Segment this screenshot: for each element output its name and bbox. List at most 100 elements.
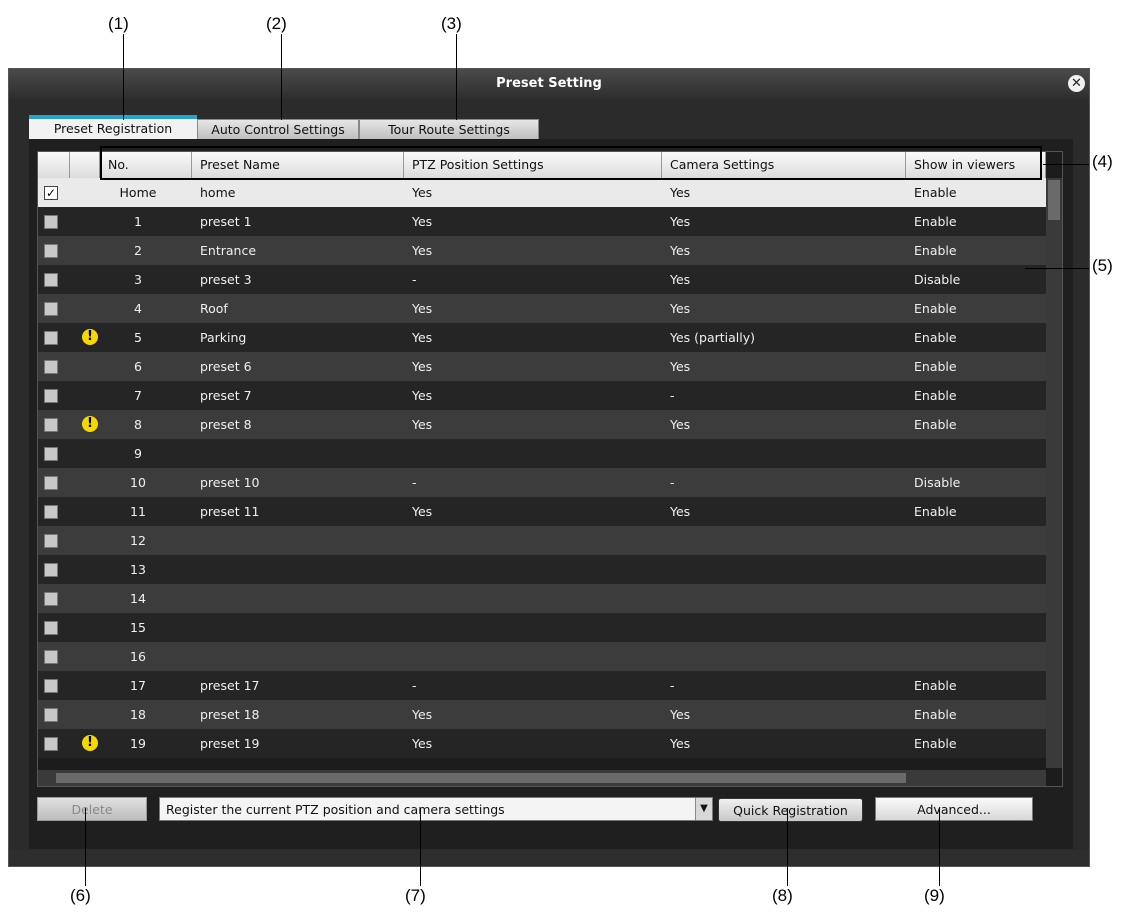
table-row[interactable]: ! 19 preset 19 Yes Yes Enable	[38, 729, 1046, 758]
checkbox-icon[interactable]	[44, 621, 58, 635]
cell-no: 10	[130, 475, 146, 490]
table-row[interactable]: 11 preset 11 Yes Yes Enable	[38, 497, 1046, 526]
checkbox-icon[interactable]	[44, 273, 58, 287]
callout-line-9	[939, 808, 940, 886]
warning-icon: !	[82, 329, 98, 345]
table-row[interactable]: 12	[38, 526, 1046, 555]
checkbox-icon[interactable]	[44, 592, 58, 606]
vertical-scroll-thumb[interactable]	[1048, 180, 1060, 220]
cell-ptz: Yes	[412, 301, 433, 316]
cell-camera: -	[670, 678, 675, 693]
register-mode-select[interactable]: Register the current PTZ position and ca…	[159, 797, 713, 821]
callout-line-8	[787, 808, 788, 886]
table-row[interactable]: 1 preset 1 Yes Yes Enable	[38, 207, 1046, 236]
checkbox-icon[interactable]	[44, 505, 58, 519]
cell-ptz: Yes	[412, 504, 433, 519]
cell-camera: Yes (partially)	[670, 330, 756, 345]
checkbox-icon[interactable]	[44, 476, 58, 490]
checkbox-icon[interactable]	[44, 331, 58, 345]
cell-ptz: Yes	[412, 736, 433, 751]
checkbox-icon[interactable]	[44, 244, 58, 258]
cell-camera: Yes	[670, 272, 691, 287]
table-row[interactable]: 17 preset 17 - - Enable	[38, 671, 1046, 700]
cell-show: Enable	[914, 301, 957, 316]
cell-ptz: -	[412, 678, 417, 693]
table-row[interactable]: 14	[38, 584, 1046, 613]
cell-ptz: Yes	[412, 185, 433, 200]
table-row[interactable]: ✓ Home home Yes Yes Enable	[38, 178, 1046, 207]
checkbox-icon[interactable]	[44, 563, 58, 577]
table-row[interactable]: 15	[38, 613, 1046, 642]
cell-camera: Yes	[670, 243, 691, 258]
tab-auto-control-settings[interactable]: Auto Control Settings	[197, 119, 359, 141]
checkbox-icon[interactable]	[44, 302, 58, 316]
cell-no: 9	[134, 446, 142, 461]
checkbox-icon[interactable]	[44, 534, 58, 548]
cell-preset-name: preset 1	[200, 214, 252, 229]
cell-show: Enable	[914, 504, 957, 519]
checkbox-icon[interactable]	[44, 679, 58, 693]
table-row[interactable]: 9	[38, 439, 1046, 468]
cell-preset-name: preset 8	[200, 417, 252, 432]
advanced-button[interactable]: Advanced...	[875, 797, 1033, 821]
cell-camera: Yes	[670, 707, 691, 722]
checkbox-icon[interactable]: ✓	[44, 186, 58, 200]
tab-tour-route-settings[interactable]: Tour Route Settings	[359, 119, 539, 141]
checkbox-icon[interactable]	[44, 215, 58, 229]
table-row[interactable]: 13	[38, 555, 1046, 584]
checkbox-icon[interactable]	[44, 650, 58, 664]
cell-show: Enable	[914, 736, 957, 751]
title-bar: Preset Setting ✕	[9, 69, 1089, 99]
callout-9: (9)	[924, 886, 945, 905]
cell-no: 16	[130, 649, 146, 664]
table-row[interactable]: 10 preset 10 - - Disable	[38, 468, 1046, 497]
tab-preset-registration[interactable]: Preset Registration	[29, 115, 197, 141]
cell-ptz: Yes	[412, 214, 433, 229]
callout-5: (5)	[1092, 256, 1113, 275]
checkbox-icon[interactable]	[44, 360, 58, 374]
cell-no: 11	[130, 504, 146, 519]
vertical-scrollbar[interactable]	[1046, 178, 1062, 768]
cell-camera: -	[670, 475, 675, 490]
cell-preset-name: preset 7	[200, 388, 252, 403]
cell-show: Enable	[914, 707, 957, 722]
table-row[interactable]: 3 preset 3 - Yes Disable	[38, 265, 1046, 294]
callout-line-1	[123, 34, 124, 120]
callout-line-4	[1043, 164, 1089, 165]
callout-8: (8)	[772, 886, 793, 905]
table-row[interactable]: ! 8 preset 8 Yes Yes Enable	[38, 410, 1046, 439]
checkbox-icon[interactable]	[44, 418, 58, 432]
cell-preset-name: preset 19	[200, 736, 260, 751]
horizontal-scrollbar[interactable]	[38, 770, 1046, 786]
cell-preset-name: Roof	[200, 301, 228, 316]
cell-show: Disable	[914, 475, 961, 490]
checkbox-icon[interactable]	[44, 708, 58, 722]
delete-button[interactable]: Delete	[37, 797, 147, 821]
checkbox-icon[interactable]	[44, 737, 58, 751]
callout-1: (1)	[108, 14, 129, 33]
close-icon[interactable]: ✕	[1068, 75, 1085, 92]
cell-no: 8	[134, 417, 142, 432]
callout-line-7	[420, 808, 421, 886]
cell-ptz: -	[412, 272, 417, 287]
table-row[interactable]: 18 preset 18 Yes Yes Enable	[38, 700, 1046, 729]
checkbox-icon[interactable]	[44, 389, 58, 403]
cell-no: 18	[130, 707, 146, 722]
register-mode-value: Register the current PTZ position and ca…	[166, 802, 505, 817]
cell-show: Enable	[914, 678, 957, 693]
chevron-down-icon[interactable]: ▼	[695, 798, 712, 820]
checkbox-icon[interactable]	[44, 447, 58, 461]
quick-registration-button[interactable]: Quick Registration	[718, 798, 863, 822]
table-row[interactable]: 2 Entrance Yes Yes Enable	[38, 236, 1046, 265]
cell-ptz: Yes	[412, 359, 433, 374]
table-row[interactable]: 7 preset 7 Yes - Enable	[38, 381, 1046, 410]
warning-icon: !	[82, 735, 98, 751]
table-row[interactable]: 6 preset 6 Yes Yes Enable	[38, 352, 1046, 381]
cell-preset-name: preset 6	[200, 359, 252, 374]
callout-line-5	[1025, 268, 1089, 269]
table-row[interactable]: 16	[38, 642, 1046, 671]
table-row[interactable]: 4 Roof Yes Yes Enable	[38, 294, 1046, 323]
table-row[interactable]: ! 5 Parking Yes Yes (partially) Enable	[38, 323, 1046, 352]
status-bar	[9, 850, 1089, 866]
horizontal-scroll-thumb[interactable]	[56, 773, 906, 783]
